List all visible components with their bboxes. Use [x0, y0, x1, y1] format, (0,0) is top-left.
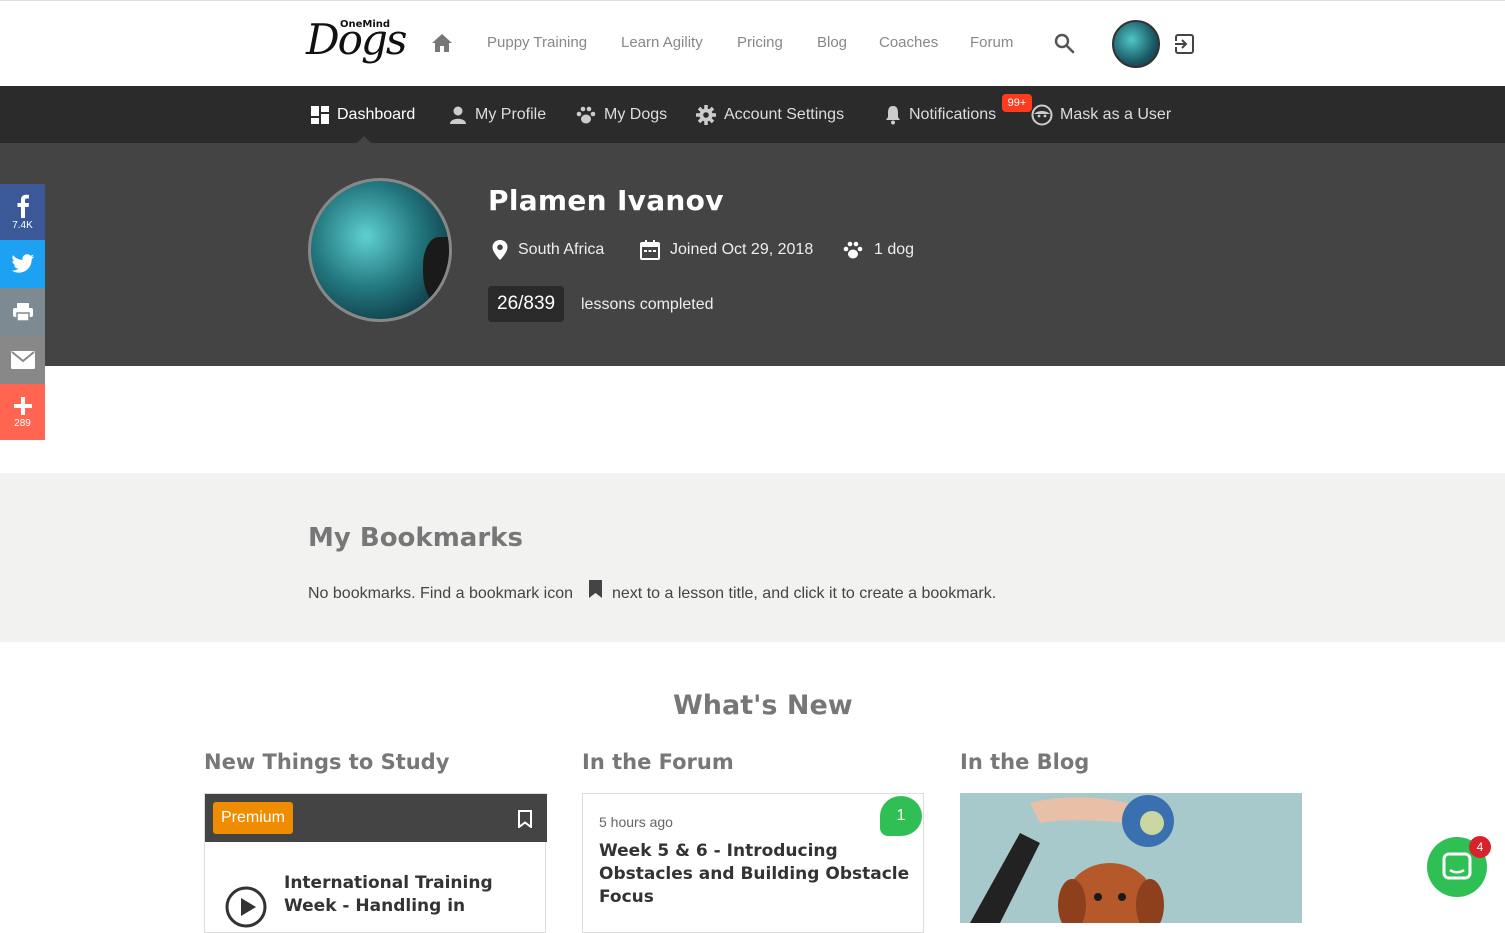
tab-account-settings[interactable]: Account Settings [695, 104, 844, 126]
active-tab-caret [357, 136, 371, 143]
tab-dashboard-label: Dashboard [337, 106, 416, 123]
lessons-count: 26/839 [488, 286, 565, 322]
forum-post-time: 5 hours ago [599, 814, 673, 830]
printer-icon [12, 303, 33, 322]
forum-card-title-line2[interactable]: Obstacles and Building Obstacle [599, 863, 909, 886]
tab-notifications[interactable]: Notifications [884, 104, 996, 126]
twitter-icon [11, 254, 34, 273]
bookmarks-section [0, 473, 1505, 642]
home-icon[interactable] [430, 32, 454, 54]
tab-notifications-label: Notifications [909, 106, 997, 123]
facebook-count: 7.4K [12, 219, 33, 231]
profile-dogs: 1 dog [842, 240, 914, 260]
nav-coaches[interactable]: Coaches [879, 34, 938, 51]
column-title-blog: In the Blog [960, 750, 1090, 774]
share-facebook[interactable]: 7.4K [0, 184, 45, 240]
study-card[interactable]: Premium International Training Week - Ha… [204, 793, 547, 933]
paw-icon [843, 241, 863, 259]
search-icon[interactable] [1053, 32, 1075, 54]
country-text: South Africa [518, 241, 605, 258]
reply-count-badge: 1 [880, 796, 922, 836]
notifications-badge: 99+ [1002, 94, 1032, 112]
facebook-icon [17, 194, 29, 218]
user-avatar[interactable] [1112, 20, 1160, 68]
share-more[interactable]: 289 [0, 384, 45, 440]
bookmarks-title: My Bookmarks [308, 523, 523, 553]
column-title-forum: In the Forum [582, 750, 734, 774]
paw-icon [576, 106, 596, 124]
dashboard-nav: Dashboard My Profile My Dogs Account Set… [0, 86, 1505, 143]
dogs-text: 1 dog [874, 241, 915, 258]
tab-mask-as-user-label: Mask as a User [1060, 106, 1172, 123]
nav-learn-agility[interactable]: Learn Agility [621, 34, 703, 51]
nav-pricing[interactable]: Pricing [737, 34, 783, 51]
tab-dashboard[interactable]: Dashboard [310, 104, 415, 126]
lessons-label: lessons completed [581, 296, 714, 313]
plus-icon [13, 396, 32, 415]
nav-puppy-training[interactable]: Puppy Training [487, 34, 587, 51]
tab-account-settings-label: Account Settings [724, 106, 845, 123]
top-header: OneMind Dogs Puppy Training Learn Agilit… [0, 0, 1505, 86]
tab-my-profile[interactable]: My Profile [448, 104, 546, 126]
bookmark-icon [589, 580, 602, 598]
tab-mask-as-user[interactable]: Mask as a User [1031, 104, 1171, 126]
more-count: 289 [14, 417, 31, 429]
nav-forum[interactable]: Forum [970, 34, 1013, 51]
chat-badge: 4 [1469, 836, 1491, 858]
share-print[interactable] [0, 288, 45, 336]
tab-my-profile-label: My Profile [475, 106, 547, 123]
bookmark-outline-icon[interactable] [518, 810, 532, 828]
person-icon [450, 106, 466, 124]
profile-country: South Africa [492, 240, 604, 260]
share-email[interactable] [0, 336, 45, 384]
bookmarks-empty-text-2: next to a lesson title, and click it to … [612, 585, 997, 602]
logo-big-text: Dogs [306, 15, 407, 64]
dashboard-icon [311, 106, 329, 124]
joined-text: Joined Oct 29, 2018 [670, 241, 814, 258]
calendar-icon [640, 240, 660, 260]
tab-my-dogs-label: My Dogs [604, 106, 668, 123]
bookmarks-empty-text: No bookmarks. Find a bookmark icon [308, 585, 573, 602]
profile-joined: Joined Oct 29, 2018 [640, 240, 813, 260]
premium-badge: Premium [213, 802, 294, 834]
mask-icon [1031, 104, 1053, 126]
play-circle-icon[interactable] [225, 886, 267, 928]
logo[interactable]: OneMind Dogs [306, 13, 407, 75]
profile-name: Plamen Ivanov [488, 184, 724, 217]
blog-photo [960, 793, 1302, 923]
study-card-header: Premium [205, 794, 547, 842]
share-twitter[interactable] [0, 240, 45, 288]
profile-avatar [308, 178, 452, 322]
blog-card-image[interactable] [960, 793, 1302, 923]
bell-icon [886, 106, 900, 125]
location-pin-icon [492, 240, 508, 260]
study-card-title-line1[interactable]: International Training [284, 872, 493, 895]
gear-icon [696, 105, 716, 125]
logout-icon[interactable] [1172, 32, 1196, 56]
whats-new-title: What's New [673, 690, 853, 721]
nav-blog[interactable]: Blog [817, 34, 847, 51]
tab-my-dogs[interactable]: My Dogs [575, 104, 667, 126]
forum-card-title-line3[interactable]: Focus [599, 886, 654, 909]
forum-card-title-line1[interactable]: Week 5 & 6 - Introducing [599, 840, 838, 863]
column-title-study: New Things to Study [204, 750, 450, 774]
forum-card[interactable]: 5 hours ago 1 Week 5 & 6 - Introducing O… [582, 793, 924, 933]
email-icon [10, 351, 35, 369]
